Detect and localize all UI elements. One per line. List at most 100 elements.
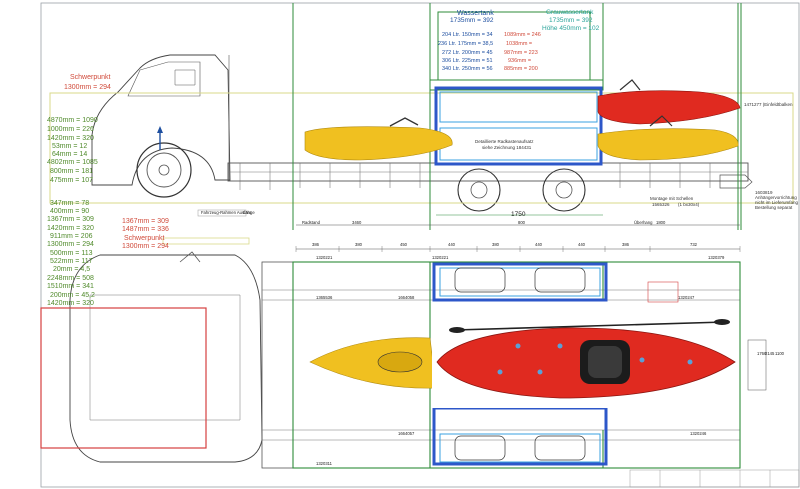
tank-row-right: 885mm = 200 [504, 66, 538, 72]
weight-row: 2248mm = 508 [47, 275, 94, 282]
kayak-seat [389, 117, 419, 127]
dim-label: 440 [448, 242, 455, 247]
montage-note-1: Montage mit Schellen [650, 196, 694, 201]
front-wheel [136, 142, 192, 198]
weight-row: 800mm = 181 [50, 168, 93, 175]
part-right-label: 1471277 (Einfeldtbalken [744, 102, 793, 107]
weight-row: 500mm = 113 [50, 250, 93, 257]
weight-row: 64mm = 14 [52, 151, 88, 158]
weight-row: 200mm = 45,2 [50, 292, 95, 299]
montage-note-2: 1565326 [652, 202, 670, 207]
weight-row: 20mm = 4,5 [53, 266, 91, 273]
dim-800: 800 [518, 220, 525, 225]
rear-wheel-2 [542, 168, 586, 212]
tank-row: 272 Ltr. 200mm = 45 [442, 50, 493, 56]
weight-row-red: 1487mm = 336 [122, 226, 169, 233]
cab-red-outline [40, 307, 207, 449]
weight-row: 347mm = 78 [50, 200, 90, 207]
dim-1800: 1800 [656, 220, 666, 225]
title-block [629, 469, 800, 488]
grauwassertank-line1: 1735mm = 392 [549, 17, 593, 24]
vehicle-layout-drawing: Schwerpunkt 1300mm = 294 4870mm = 1090 1… [0, 0, 800, 489]
red-kayak-side [597, 90, 741, 125]
yellow-kayak-right [597, 128, 739, 161]
tank-row: 204 Ltr. 150mm = 34 [442, 32, 493, 38]
yellow-kayak-cockpit [377, 351, 423, 373]
red-detail-box [647, 281, 679, 303]
dim-label: 450 [400, 242, 407, 247]
cab-plan [69, 254, 263, 463]
rear-wheel-2-hub [555, 181, 573, 199]
red-kayak-seat-plan [588, 346, 622, 378]
tank-row-right: 1089mm = 246 [504, 32, 541, 38]
dim-1750: 1750 [511, 211, 526, 218]
tank-upper-side [439, 91, 598, 123]
weight-row: 1300mm = 294 [47, 241, 94, 248]
part-id: 1320379 [708, 255, 725, 260]
detail-note-1: Detaillierte Radkastenaufsatz [475, 139, 534, 144]
tank-cell-4 [534, 435, 586, 461]
schwerpunkt-top-label: Schwerpunkt [70, 74, 111, 81]
side-mirror [174, 69, 196, 86]
weight-row: 1420mm = 320 [47, 300, 94, 307]
tank-plan-bottom-inner [439, 433, 601, 463]
axis-arrow [157, 126, 163, 133]
chassis-details [239, 163, 711, 190]
dim-label: 380 [492, 242, 499, 247]
weight-row: 1000mm = 226 [47, 126, 94, 133]
montage-note-3: (1 bx30x4) [678, 202, 700, 207]
tank-row-right: 987mm = 223 [504, 50, 538, 56]
grauwassertank-line2: Höhe 450mm = 102 [542, 25, 600, 32]
tank-row: 236 Ltr. 175mm = 38,5 [438, 41, 494, 47]
weight-row: 4870mm = 1090 [47, 117, 98, 124]
tank-cell-1 [454, 267, 506, 293]
schwerpunkt-mid-value: 1300mm = 294 [122, 243, 169, 250]
schwerpunkt-top-value: 1300mm = 294 [64, 84, 111, 91]
side-dim: 1100 [775, 351, 785, 356]
paddle-blade-left [449, 327, 465, 333]
tank-row-right: 936mm = [508, 58, 532, 64]
frame-label-2: Länge [243, 210, 255, 215]
note-right-4: Bestellung separat [755, 205, 793, 210]
weight-row: 911mm = 206 [50, 233, 93, 240]
dim-3460: 3460 [352, 220, 362, 225]
tank-plan-top [432, 262, 608, 302]
dim-label: 386 [622, 242, 629, 247]
mirror-plan [179, 251, 201, 263]
tank-row: 340 Ltr. 250mm = 56 [442, 66, 493, 72]
tow-hitch [719, 174, 753, 189]
weight-row: 4802mm = 1085 [47, 159, 98, 166]
rear-detail-plan [747, 339, 767, 391]
weight-row: 53mm = 12 [52, 143, 88, 150]
plan-view [40, 246, 800, 488]
part-id: 1664057 [398, 431, 415, 436]
radstand-label: Radstand [302, 220, 320, 225]
paddle-blade-right [714, 319, 730, 325]
front-wheel-rim [146, 152, 182, 188]
weight-row: 1510mm = 341 [47, 283, 94, 290]
schwerpunkt-box [162, 237, 250, 245]
weight-row-red: 1367mm = 309 [122, 218, 169, 225]
side-view [49, 3, 794, 245]
dim-label: 386 [312, 242, 319, 247]
part-id: 1320221 [316, 255, 333, 260]
part-id: 1320246 [690, 431, 707, 436]
tank-row: 306 Ltr. 225mm = 51 [442, 58, 493, 64]
tank-cell-3 [454, 435, 506, 461]
ueberhang-label: Überhang [634, 220, 653, 225]
weight-row: 1420mm = 320 [47, 225, 94, 232]
weight-row: 1367mm = 309 [47, 216, 94, 223]
schwerpunkt-mid-label: Schwerpunkt [124, 235, 165, 242]
tank-outline-side [434, 86, 603, 166]
detail-note-2: siehe Zeichnung 184431 [482, 145, 532, 150]
weight-row: 522mm = 117 [50, 258, 93, 265]
part-id: 1365536 [316, 295, 333, 300]
grauwassertank-title: Grauwassertank [546, 9, 594, 16]
dim-label: 732 [690, 242, 697, 247]
part-id: 1664058 [398, 295, 415, 300]
front-wheel-hub [158, 164, 170, 176]
part-id: 1320311 [316, 461, 332, 466]
tank-cell-2 [534, 267, 586, 293]
dim-label: 380 [355, 242, 362, 247]
cab-roof [89, 294, 241, 421]
